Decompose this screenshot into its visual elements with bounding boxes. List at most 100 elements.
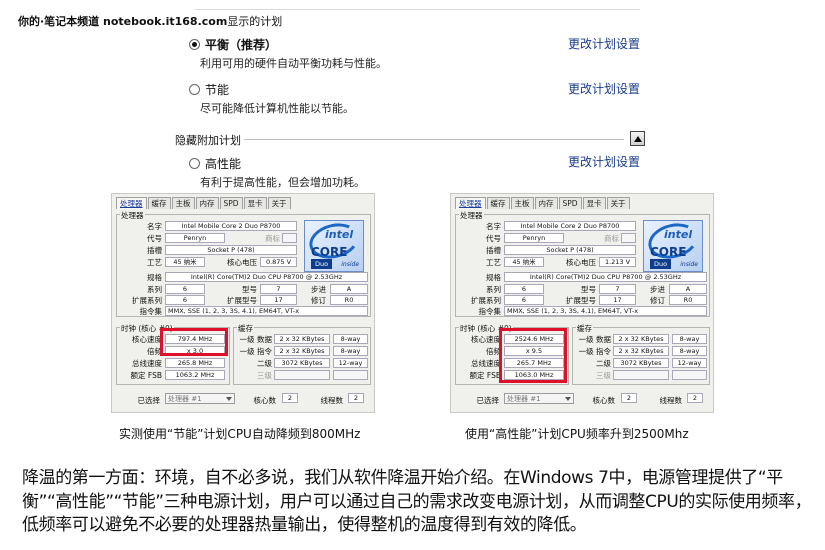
plan-powersaver-radio[interactable]: 节能 bbox=[189, 81, 229, 98]
l1-data-label: 一级 数据 bbox=[578, 335, 611, 344]
l2-field: 3072 KBytes bbox=[274, 358, 330, 368]
ext-model-label: 扩展型号 bbox=[566, 296, 596, 305]
family-field: 6 bbox=[504, 284, 544, 294]
l3-field bbox=[274, 370, 330, 380]
instructions-label: 指令集 bbox=[478, 307, 502, 316]
l3-label: 三级 bbox=[257, 371, 272, 380]
l1-data-field: 2 x 32 KBytes bbox=[274, 334, 330, 344]
cores-field: 2 bbox=[282, 393, 298, 403]
intel-core2duo-logo: intel CORE Duo inside bbox=[643, 220, 703, 272]
highperf-change-settings-link[interactable]: 更改计划设置 bbox=[568, 153, 640, 170]
l1-inst-way-field: 8-way bbox=[333, 346, 368, 356]
l1-inst-field: 2 x 32 KBytes bbox=[613, 346, 669, 356]
package-field: Socket P (478) bbox=[504, 245, 636, 255]
tab-mainboard[interactable]: 主板 bbox=[510, 197, 534, 209]
bus-speed-label: 总线速度 bbox=[471, 359, 501, 368]
family-field: 6 bbox=[165, 284, 205, 294]
stepping-field: A bbox=[330, 284, 368, 294]
logo-inside: inside bbox=[680, 261, 698, 268]
tab-spd[interactable]: SPD bbox=[219, 197, 243, 209]
threads-field: 2 bbox=[348, 393, 364, 403]
multiplier-label: 倍频 bbox=[486, 347, 501, 356]
tab-processor[interactable]: 处理器 bbox=[116, 197, 147, 209]
tech-field: 45 纳米 bbox=[504, 257, 544, 267]
codename-label: 代号 bbox=[486, 234, 501, 243]
tab-spd[interactable]: SPD bbox=[558, 197, 582, 209]
rated-fsb-label: 额定 FSB bbox=[130, 371, 162, 380]
ext-family-label: 扩展系列 bbox=[132, 296, 162, 305]
l1-data-label: 一级 数据 bbox=[239, 335, 272, 344]
ext-model-label: 扩展型号 bbox=[227, 296, 257, 305]
core-speed-label: 核心速度 bbox=[132, 335, 162, 344]
family-label: 系列 bbox=[147, 285, 162, 294]
tab-graphics[interactable]: 显卡 bbox=[582, 197, 606, 209]
rated-fsb-field: 1063.2 MHz bbox=[165, 370, 225, 380]
logo-sub: Duo bbox=[650, 259, 672, 269]
plan-highperf-radio[interactable]: 高性能 bbox=[189, 155, 241, 172]
processor-group-label: 处理器 bbox=[120, 210, 145, 221]
tab-about[interactable]: 关于 bbox=[606, 197, 630, 209]
selection-label: 已选择 bbox=[476, 396, 500, 405]
voltage-label: 核心电压 bbox=[566, 258, 596, 267]
logo-inside: inside bbox=[341, 261, 359, 268]
tab-memory[interactable]: 内存 bbox=[195, 197, 219, 209]
package-label: 插槽 bbox=[147, 246, 162, 255]
voltage-field: 0.875 V bbox=[260, 257, 297, 267]
tech-field: 45 纳米 bbox=[165, 257, 205, 267]
revision-field: R0 bbox=[330, 295, 368, 305]
plan-balanced-radio[interactable]: 平衡（推荐） bbox=[189, 36, 277, 53]
stepping-field: A bbox=[669, 284, 707, 294]
l1-inst-label: 一级 指令 bbox=[578, 347, 611, 356]
l3-way-field bbox=[672, 370, 707, 380]
tab-mainboard[interactable]: 主板 bbox=[171, 197, 195, 209]
l1-data-field: 2 x 32 KBytes bbox=[613, 334, 669, 344]
cpuz-tabs: 处理器 缓存 主板 内存 SPD 显卡 关于 bbox=[455, 197, 631, 209]
tab-graphics[interactable]: 显卡 bbox=[243, 197, 267, 209]
tab-about[interactable]: 关于 bbox=[267, 197, 291, 209]
name-field: Intel Mobile Core 2 Duo P8700 bbox=[504, 221, 636, 231]
plan-balanced-desc: 利用可用的硬件自动平衡功耗与性能。 bbox=[200, 57, 387, 70]
l2-label: 二级 bbox=[596, 359, 611, 368]
cpuz-window-right: 处理器 缓存 主板 内存 SPD 显卡 关于 处理器 名字 Intel Mobile Cor… bbox=[450, 193, 714, 413]
powersaver-change-settings-link[interactable]: 更改计划设置 bbox=[568, 80, 640, 97]
spec-label: 规格 bbox=[147, 273, 162, 282]
collapse-up-button[interactable] bbox=[630, 131, 645, 146]
brand-label: 商标 bbox=[265, 234, 280, 243]
l2-field: 3072 KBytes bbox=[613, 358, 669, 368]
tech-label: 工艺 bbox=[147, 258, 162, 267]
hidden-plans-label: 隐藏附加计划 bbox=[175, 134, 241, 147]
balanced-change-settings-link[interactable]: 更改计划设置 bbox=[568, 35, 640, 52]
spec-field: Intel(R) Core(TM)2 Duo CPU P8700 @ 2.53G… bbox=[504, 272, 707, 282]
tab-processor[interactable]: 处理器 bbox=[455, 197, 486, 209]
model-field: 7 bbox=[599, 284, 636, 294]
stepping-label: 步进 bbox=[650, 285, 665, 294]
l1-inst-way-field: 8-way bbox=[672, 346, 707, 356]
cores-label: 核心数 bbox=[592, 396, 616, 405]
codename-label: 代号 bbox=[147, 234, 162, 243]
tech-label: 工艺 bbox=[486, 258, 501, 267]
logo-brand: intel bbox=[325, 228, 354, 241]
package-label: 插槽 bbox=[486, 246, 501, 255]
codename-field: Penryn bbox=[504, 233, 564, 243]
plan-powersaver-desc: 尽可能降低计算机性能以节能。 bbox=[200, 102, 354, 115]
top-divider bbox=[195, 9, 640, 10]
tab-cache[interactable]: 缓存 bbox=[147, 197, 171, 209]
revision-label: 修订 bbox=[311, 296, 326, 305]
threads-label: 线程数 bbox=[320, 396, 344, 405]
ext-family-field: 6 bbox=[504, 295, 544, 305]
bus-speed-label: 总线速度 bbox=[132, 359, 162, 368]
ext-family-field: 6 bbox=[165, 295, 205, 305]
revision-label: 修订 bbox=[650, 296, 665, 305]
l1-data-way-field: 8-way bbox=[333, 334, 368, 344]
brand-field bbox=[621, 233, 636, 243]
multiplier-label: 倍频 bbox=[147, 347, 162, 356]
processor-select[interactable]: 处理器 #1 bbox=[165, 393, 235, 404]
processor-select[interactable]: 处理器 #1 bbox=[504, 393, 574, 404]
l2-label: 二级 bbox=[257, 359, 272, 368]
tab-cache[interactable]: 缓存 bbox=[486, 197, 510, 209]
selection-label: 已选择 bbox=[137, 396, 161, 405]
instructions-field: MMX, SSE (1, 2, 3, 3S, 4.1), EM64T, VT-x bbox=[504, 306, 707, 316]
model-label: 型号 bbox=[242, 285, 257, 294]
name-label: 名字 bbox=[486, 222, 501, 231]
tab-memory[interactable]: 内存 bbox=[534, 197, 558, 209]
